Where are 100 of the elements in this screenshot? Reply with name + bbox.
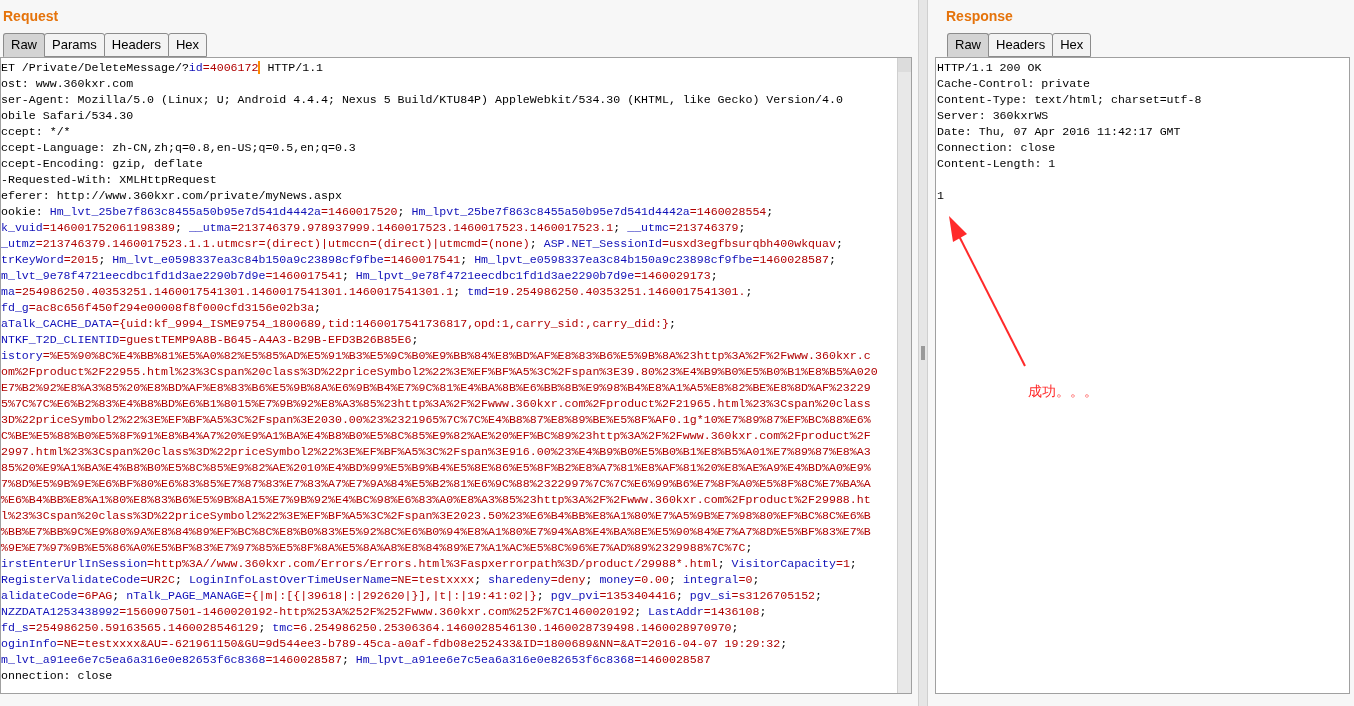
parameter-name: NZZDATA1253438992 — [1, 605, 120, 618]
request-text: ; — [258, 621, 267, 634]
parameter-value: =deny — [550, 573, 586, 586]
parameter-name: integral — [682, 573, 739, 586]
parameter-value: =254986250.40353251.1460017541301.1460017541301.1460017541301.1 — [14, 285, 454, 298]
parameter-name: fd_s — [1, 621, 29, 634]
request-text: ; — [849, 557, 857, 570]
request-text: ; — [835, 237, 843, 250]
request-text: ; — [675, 589, 684, 602]
request-text: ; — [828, 253, 836, 266]
request-text: ccept-Language: zh-CN,zh;q=0.8,en-US;q=0.5,en;q=0.3 — [1, 141, 356, 154]
request-text: ; — [174, 221, 183, 234]
parameter-value: =2015 — [63, 253, 99, 266]
parameter-value: ={|m|:[{|39618|:|292620|}],|t|:|19:41:02|} — [244, 589, 537, 602]
parameter-value: =0 — [738, 573, 753, 586]
request-text: ; — [585, 573, 594, 586]
parameter-value: =254986250.59163565.1460028546129 — [28, 621, 259, 634]
editor-tab[interactable]: Hex — [167, 33, 208, 57]
parameter-name: RegisterValidateCode — [1, 573, 141, 586]
parameter-value: =guestTEMP9A8B-B645-A4A3-B29B-EFD3B26B85E6 — [119, 333, 412, 346]
scrollbar[interactable] — [897, 58, 911, 693]
parameter-value: 5%7C%7C%E6%B2%83%E4%B8%BD%E6%B1%8015%E7%9B%92%E8%A3%85%23http%3A%2F%2Fwww.360kxr.com%2Fproduct%2F21965.html%23%3Cspan%20class — [1, 397, 871, 410]
parameter-value: =ac8c656f450f294e00008f8f000cfd3156e02b3a — [28, 301, 315, 314]
parameter-name: Hm_lvt_25be7f863c8455a50b95e7d541d4442a — [49, 205, 322, 218]
parameter-value: =4006172 — [202, 61, 259, 74]
parameter-name: NTKF_T2D_CLIENTID — [1, 333, 120, 346]
request-text: ; — [731, 621, 739, 634]
annotation-text: 成功。。。 — [1028, 382, 1098, 401]
request-text: ser-Agent: Mozilla/5.0 (Linux; U; Android 4.4.4; Nexus 5 Build/KTU84P) AppleWebkit/534.30 (KHTML, like Gecko) Version/4.0 — [1, 93, 843, 106]
editor-tab[interactable]: Headers — [103, 33, 169, 57]
request-text: ; — [780, 637, 788, 650]
parameter-name: ASP.NET_SessionId — [543, 237, 662, 250]
request-text: ; — [738, 221, 746, 234]
parameter-value: l%23%3Cspan%20class%3D%22priceSymbol2%22%3E%EF%BF%A5%3C%2Fspan%3E2023.50%23%E6%B4%BB%E8%A1%80%E7%A5%9B%E7%98%80%EF%BC%8C%E6%B — [1, 509, 871, 522]
parameter-name: k_vuid — [1, 221, 43, 234]
request-text: ; — [669, 573, 677, 586]
parameter-value: %9E%E7%97%9B%E5%86%A0%E5%BF%83%E7%97%85%E5%8F%8A%E5%8A%A8%E8%84%89%E7%A1%AC%E5%8C%96%E7%AD%89%2329988%7C%7C — [1, 541, 746, 554]
parameter-name: fd_g — [1, 301, 29, 314]
response-header: Date: Thu, 07 Apr 2016 11:42:17 GMT — [937, 124, 1181, 140]
parameter-value: om%2Fproduct%2F22955.html%23%3Cspan%20class%3D%22priceSymbol2%22%3E%EF%BF%A5%3C%2Fspan%3E39.80%23%E4%B9%B0%E5%B0%B1%E8%B5%A020 — [1, 365, 878, 378]
parameter-value: =s3126705152 — [731, 589, 816, 602]
editor-tab[interactable]: Raw — [947, 33, 989, 57]
response-header: Connection: close — [937, 140, 1056, 156]
parameter-name: trKeyWord — [1, 253, 64, 266]
parameter-name: Hm_lpvt_a91ee6e7c5ea6a316e0e82653f6c8368 — [355, 653, 635, 666]
parameter-value: =usxd3egfbsurqbh400wkquav — [662, 237, 836, 250]
parameter-value: =1560907501-1460020192-http%253A%252F%252Fwww.360kxr.com%252F%7C1460020192 — [119, 605, 635, 618]
editor-tab[interactable]: Hex — [1052, 33, 1092, 57]
parameter-value: %E6%B4%BB%E8%A1%80%E8%83%B6%E5%9B%8A15%E7%9B%92%E4%BC%98%E6%83%A0%E8%A3%85%23http%3A%2F%2Fwww.360kxr.com%2Fproduct%2F29988.ht — [1, 493, 871, 506]
request-text: ; — [341, 269, 350, 282]
parameter-name: irstEnterUrlInSession — [1, 557, 148, 570]
request-text: ookie: — [1, 205, 44, 218]
editor-tab[interactable]: Params — [44, 33, 105, 57]
parameter-value: =1460028587 — [752, 253, 829, 266]
parameter-value: =213746379.978937999.1460017523.1460017523.1460017523.1 — [230, 221, 614, 234]
request-text: ; — [613, 221, 622, 234]
response-header: Content-Type: text/html; charset=utf-8 — [937, 92, 1202, 108]
request-text: ost: www.360kxr.com — [1, 77, 134, 90]
editor-tab[interactable]: Headers — [988, 33, 1054, 57]
request-text: ; — [668, 317, 676, 330]
request-text: ; — [752, 573, 760, 586]
parameter-value: =NE=testxxxx&AU=-621961150&GU=9d544ee3-b789-45ca-a0af-fdb08e252433&ID=1800689&NN=&AT=2016-04-07 19:29:32 — [56, 637, 781, 650]
parameter-value: =1460028554 — [689, 205, 767, 218]
parameter-value: =1460028587 — [265, 653, 342, 666]
response-header: Cache-Control: private — [937, 76, 1091, 92]
request-text: ; — [766, 205, 774, 218]
parameter-name: Hm_lvt_e0598337ea3c84b150a9c23898cf9fbe — [112, 253, 384, 266]
request-text: ; — [717, 557, 726, 570]
parameter-name: ma — [1, 285, 15, 298]
parameter-name: m_lvt_a91ee6e7c5ea6a316e0e82653f6c8368 — [1, 653, 266, 666]
request-text: ; — [529, 237, 538, 250]
request-text: ; — [745, 285, 753, 298]
parameter-name: id — [188, 61, 203, 74]
request-text: ; — [98, 253, 107, 266]
editor-tab[interactable]: Raw — [3, 33, 45, 57]
response-header: Server: 360kxrWS — [937, 108, 1049, 124]
request-text: obile Safari/534.30 — [1, 109, 134, 122]
parameter-name: tmd — [467, 285, 489, 298]
request-text: ; — [112, 589, 121, 602]
parameter-value: =213746379.1460017523.1.1.utmcsr=(direct)|utmccn=(direct)|utmcmd=(none) — [35, 237, 530, 250]
parameter-value: =%E5%90%8C%E4%BB%81%E5%A0%82%E5%85%AD%E5%91%B3%E5%9C%B0%E9%BB%84%E8%BD%AF%E8%83%B6%E5%9B%8A%23http%3A%2F%2Fwww.360kxr.c — [42, 349, 871, 362]
panel-title: Response — [945, 7, 1014, 26]
parameter-value: ={uid:kf_9994_ISME9754_1800689,tid:1460017541736817,opd:1,carry_sid:,carry_did:} — [112, 317, 669, 330]
parameter-value: 2997.html%23%3Cspan%20class%3D%22priceSymbol2%22%3E%EF%BF%A5%3C%2Fspan%3E916.00%23%E4%B9%B0%E5%B0%B1%E8%B5%A01%E7%89%87%E8%A3 — [1, 445, 871, 458]
request-text: ; — [174, 573, 183, 586]
parameter-value: =1460029173 — [634, 269, 711, 282]
request-text: ; — [453, 285, 462, 298]
parameter-value: =146001752061198389 — [42, 221, 175, 234]
parameter-name: pgv_pvi — [550, 589, 600, 602]
parameter-value: %BB%E7%BB%9C%E9%80%9A%E8%84%89%EF%BC%8C%E8%B0%83%E5%92%8C%E6%B0%94%E8%A1%80%E7%94%A8%E4%BA%8E%E5%90%84%E7%A7%8D%E5%BF%83%E7%B — [1, 525, 871, 538]
parameter-value: 3D%22priceSymbol2%22%3E%EF%BF%A5%3C%2Fspan%3E2030.00%23%2321965%7C%7C%E4%B8%87%E8%89%BE%E5%8F%AF0.1g*10%E7%89%87%EF%BC%88%E6% — [1, 413, 871, 426]
request-text: ccept-Encoding: gzip, deflate — [1, 157, 203, 170]
parameter-name: __utma — [188, 221, 231, 234]
request-text: -Requested-With: XMLHttpRequest — [1, 173, 217, 186]
request-text: ; — [397, 205, 406, 218]
parameter-value: =6PAG — [77, 589, 113, 602]
request-text: ET /Private/DeleteMessage/? — [1, 61, 189, 74]
parameter-name: sharedeny — [488, 573, 551, 586]
request-text: ; — [341, 653, 350, 666]
parameter-name: VisitorCapacity — [731, 557, 836, 570]
